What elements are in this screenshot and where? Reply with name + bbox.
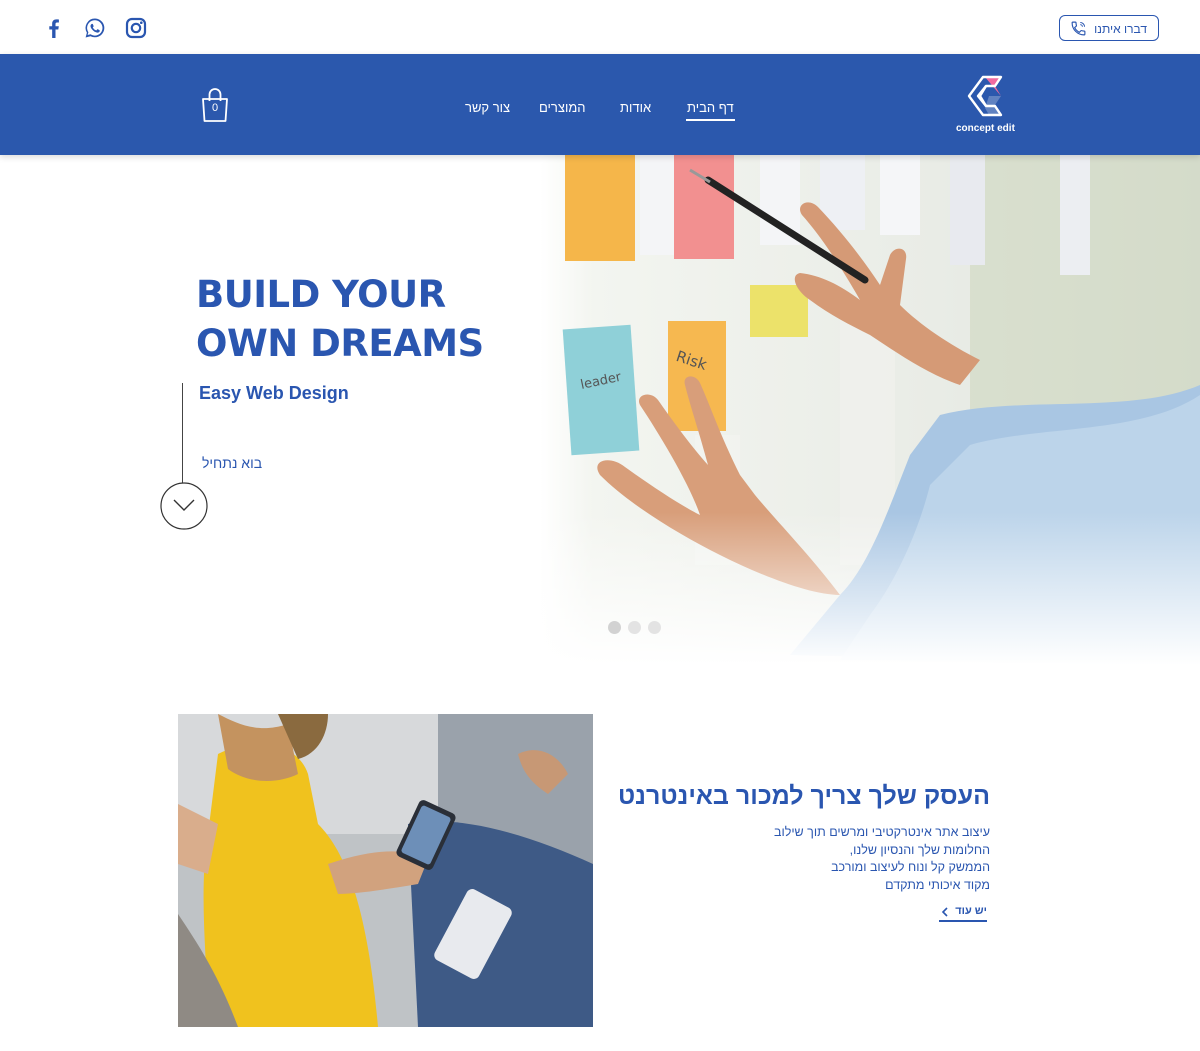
lets-start-link[interactable]: בוא נתחיל (202, 455, 262, 471)
hero-title-line-2: OWN DREAMS (196, 322, 484, 365)
logo-mark-icon (967, 75, 1003, 117)
slider-dot-3[interactable] (648, 621, 661, 634)
section-body-line: עיצוב אתר אינטרקטיבי ומרשים תוך שילוב (773, 825, 990, 839)
section-body-line: החלומות שלך והנסיון שלנו, (849, 842, 990, 857)
cart-button[interactable]: 0 (199, 86, 231, 124)
read-more-link[interactable]: יש עוד (939, 904, 987, 922)
hero-title: BUILD YOUR OWN DREAMS (196, 270, 484, 368)
nav-item-about[interactable]: אודות (620, 100, 651, 115)
cart-count: 0 (211, 102, 219, 114)
section-body-line: מקוד איכותי מתקדם (885, 877, 990, 892)
nav-item-products[interactable]: המוצרים (539, 100, 586, 115)
section-body: עיצוב אתר אינטרקטיבי ומרשים תוך שילוב הח… (690, 824, 990, 894)
scroll-down-button[interactable] (160, 482, 208, 530)
slider-dot-2[interactable] (628, 621, 641, 634)
hero-image: leader Risk (540, 155, 1200, 665)
nav-item-home[interactable]: דף הבית (686, 100, 735, 121)
main-navbar: concept edit דף הבית אודות המוצרים צור ק… (0, 54, 1200, 155)
section-title: העסק שלך צריך למכור באינטרנט (617, 782, 990, 810)
contact-us-label: דברו איתנו (1094, 22, 1147, 36)
section-body-line: הממשק קל ונוח לעיצוב ומורכב (831, 860, 990, 874)
hero-title-line-1: BUILD YOUR (196, 273, 446, 316)
read-more-label: יש עוד (955, 905, 987, 917)
logo-text: concept edit (956, 123, 1015, 134)
people-with-phones-image (178, 714, 593, 1027)
logo[interactable]: concept edit (953, 74, 1023, 138)
top-bar: דברו איתנו (0, 0, 1200, 54)
hero-subtitle: Easy Web Design (199, 383, 349, 403)
chevron-left-icon (941, 907, 948, 917)
facebook-icon[interactable] (42, 16, 66, 40)
instagram-icon[interactable] (124, 16, 148, 40)
phone-icon (1071, 21, 1086, 36)
hero-divider-line (182, 383, 183, 483)
contact-us-button[interactable]: דברו איתנו (1059, 15, 1159, 41)
whatsapp-icon[interactable] (83, 16, 107, 40)
nav-item-contact[interactable]: צור קשר (465, 100, 510, 115)
arrow-down-icon (160, 482, 208, 530)
slider-dot-1[interactable] (608, 621, 621, 634)
